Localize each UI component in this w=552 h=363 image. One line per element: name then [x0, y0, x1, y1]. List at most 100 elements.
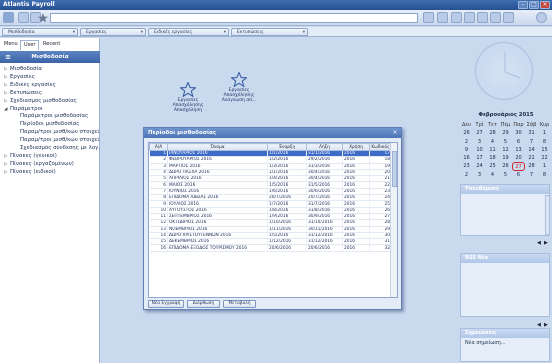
calendar-day[interactable]: 8: [538, 138, 551, 146]
calendar-day[interactable]: 21: [525, 154, 538, 162]
tab-ergasies[interactable]: Εργασίες ▾: [80, 28, 146, 36]
calendar-day[interactable]: 25: [486, 162, 499, 170]
sidebar-item[interactable]: Περίοδοι μισθοδοσίας: [0, 121, 100, 127]
tab-misthodosia[interactable]: Μισθοδοσία ▾: [2, 28, 78, 36]
minimize-button[interactable]: –: [518, 1, 528, 9]
calendar-day[interactable]: 4: [486, 138, 499, 146]
calendar-day[interactable]: 5: [499, 171, 512, 179]
calendar-day[interactable]: 24: [473, 162, 486, 170]
calendar-day[interactable]: 3: [473, 138, 486, 146]
calendar-day[interactable]: 11: [486, 146, 499, 154]
hamburger-icon[interactable]: ≡: [4, 54, 12, 61]
sidebar-item[interactable]: ▷ Σχεδιασμός μισθοδοσίας: [0, 98, 100, 104]
column-header[interactable]: Έναρξη: [267, 143, 307, 151]
calendar-day[interactable]: 27: [473, 129, 486, 137]
mail-icon[interactable]: [490, 12, 501, 23]
calendar-day[interactable]: 12: [499, 146, 512, 154]
sidebar-item[interactable]: ▷ Πίνακες (γενικοί): [0, 153, 100, 159]
sidebar-item[interactable]: ▷ Πίνακες (εργαζομένων): [0, 161, 100, 167]
calendar-day[interactable]: 1: [538, 129, 551, 137]
desktop-shortcut[interactable]: Εργασίες Απασχόλησης Απασχόληση: [163, 82, 213, 113]
new-note-input[interactable]: Νέα σημείωση...: [461, 338, 549, 348]
column-header[interactable]: Κωδικός: [369, 143, 392, 151]
prev-arrow-icon[interactable]: ◀: [537, 240, 541, 246]
calendar-day[interactable]: 16: [460, 154, 473, 162]
tab-eidikes-ergasies[interactable]: Ειδικές εργασίες ▾: [148, 28, 229, 36]
sidebar-item[interactable]: ▷ Εκτυπώσεις: [0, 90, 100, 96]
calendar-day[interactable]: 5: [499, 138, 512, 146]
calendar-day[interactable]: 19: [499, 154, 512, 162]
sidebar-tab-recent[interactable]: Recent: [40, 40, 63, 50]
new-record-button[interactable]: Νέα Εγγραφή: [148, 300, 184, 308]
sidebar-item[interactable]: ◢ Παράμετροι: [0, 106, 100, 112]
sidebar-item[interactable]: Παράμετροι μισθοδοσίας: [0, 113, 100, 119]
tab-ektyposeis[interactable]: Εκτυπώσεις ▾: [231, 28, 308, 36]
calendar-day[interactable]: 23: [460, 162, 473, 170]
calendar-day[interactable]: 28: [525, 162, 538, 170]
calendar-day[interactable]: 26: [499, 162, 512, 170]
column-header[interactable]: Α/Α: [149, 143, 168, 151]
sidebar-item[interactable]: ▷ Εργασίες: [0, 74, 100, 80]
calendar-day[interactable]: 22: [538, 154, 551, 162]
column-header[interactable]: Λήξη: [306, 143, 343, 151]
calendar-icon[interactable]: [503, 12, 514, 23]
address-input[interactable]: [50, 13, 418, 23]
calendar-day[interactable]: 6: [512, 138, 525, 146]
sidebar-item[interactable]: ▷ Ειδικές εργασίες: [0, 82, 100, 88]
calendar-day[interactable]: 14: [525, 146, 538, 154]
calendar-day[interactable]: 27: [512, 162, 525, 171]
image-icon[interactable]: [464, 12, 475, 23]
column-header[interactable]: Όνομα: [167, 143, 268, 151]
help-icon[interactable]: [536, 12, 547, 23]
calendar-day[interactable]: 31: [525, 129, 538, 137]
calendar-day[interactable]: 7: [525, 171, 538, 179]
grid-scrollbar[interactable]: [390, 143, 397, 297]
change-button[interactable]: Μεταβολή: [223, 300, 256, 308]
scrollbar-thumb[interactable]: [392, 151, 397, 187]
calendar-day[interactable]: 7: [525, 138, 538, 146]
next-arrow-icon[interactable]: ▶: [544, 240, 548, 246]
calendar-day[interactable]: 15: [538, 146, 551, 154]
calendar-day[interactable]: 29: [499, 129, 512, 137]
sidebar-item[interactable]: Παραμ/τροι μισθ/κών στοιχεί...: [0, 129, 100, 135]
sidebar-item[interactable]: ▷ Πίνακες (ειδικοί): [0, 169, 100, 175]
calendar-day[interactable]: 18: [486, 154, 499, 162]
calendar-day[interactable]: 4: [486, 171, 499, 179]
desktop-shortcut[interactable]: Εργασίες Απασχόλησης Ανάγνωση απ...: [214, 72, 264, 103]
sidebar-item[interactable]: ▷ Μισθοδοσία: [0, 66, 100, 72]
calendar-day[interactable]: 8: [538, 171, 551, 179]
star-icon[interactable]: [38, 13, 48, 23]
dialog-close-icon[interactable]: ×: [391, 129, 399, 137]
calendar-day[interactable]: 26: [460, 129, 473, 137]
menu-icon[interactable]: [3, 12, 14, 23]
sidebar-tab-user[interactable]: User: [20, 40, 40, 50]
calendar-day[interactable]: 28: [486, 129, 499, 137]
refresh-icon[interactable]: [437, 12, 448, 23]
calendar-day[interactable]: 2: [460, 138, 473, 146]
calendar-day[interactable]: 20: [512, 154, 525, 162]
reminder-header: Υπενθύμιση: [461, 185, 549, 194]
tab-close-icon: ▾: [302, 30, 305, 35]
calendar-day[interactable]: 6: [512, 171, 525, 179]
monitor-icon[interactable]: [477, 12, 488, 23]
calendar-day[interactable]: 17: [473, 154, 486, 162]
calendar-day[interactable]: 3: [473, 171, 486, 179]
calendar-day[interactable]: 30: [512, 129, 525, 137]
calendar-day[interactable]: 10: [473, 146, 486, 154]
calendar-day[interactable]: 13: [512, 146, 525, 154]
column-header[interactable]: Χρήση: [342, 143, 370, 151]
calendar-day[interactable]: 2: [460, 171, 473, 179]
back-icon[interactable]: [18, 12, 29, 23]
reminder-scrollbar[interactable]: [545, 195, 550, 235]
sidebar-item[interactable]: Σχεδιασμός σύνδεσης με λογ...: [0, 145, 100, 151]
document-icon[interactable]: [451, 12, 462, 23]
calendar-day[interactable]: 1: [538, 162, 551, 170]
sidebar-item[interactable]: Παραμ/τροι μισθ/κών στοιχεί...: [0, 137, 100, 143]
play-icon[interactable]: [423, 12, 434, 23]
calendar-day[interactable]: 9: [460, 146, 473, 154]
edit-button[interactable]: Διόρθωση: [187, 300, 220, 308]
table-row[interactable]: 16 ΕΠΙΔΟΜΑ ΕΞΟΔΟΣ ΤΟΥΡΙΣΜΟΥ 2016 20/6/2016…: [149, 244, 392, 252]
maximize-button[interactable]: □: [529, 1, 539, 9]
close-button[interactable]: ×: [540, 1, 550, 9]
sidebar-tab-menu[interactable]: Menu: [1, 40, 21, 50]
